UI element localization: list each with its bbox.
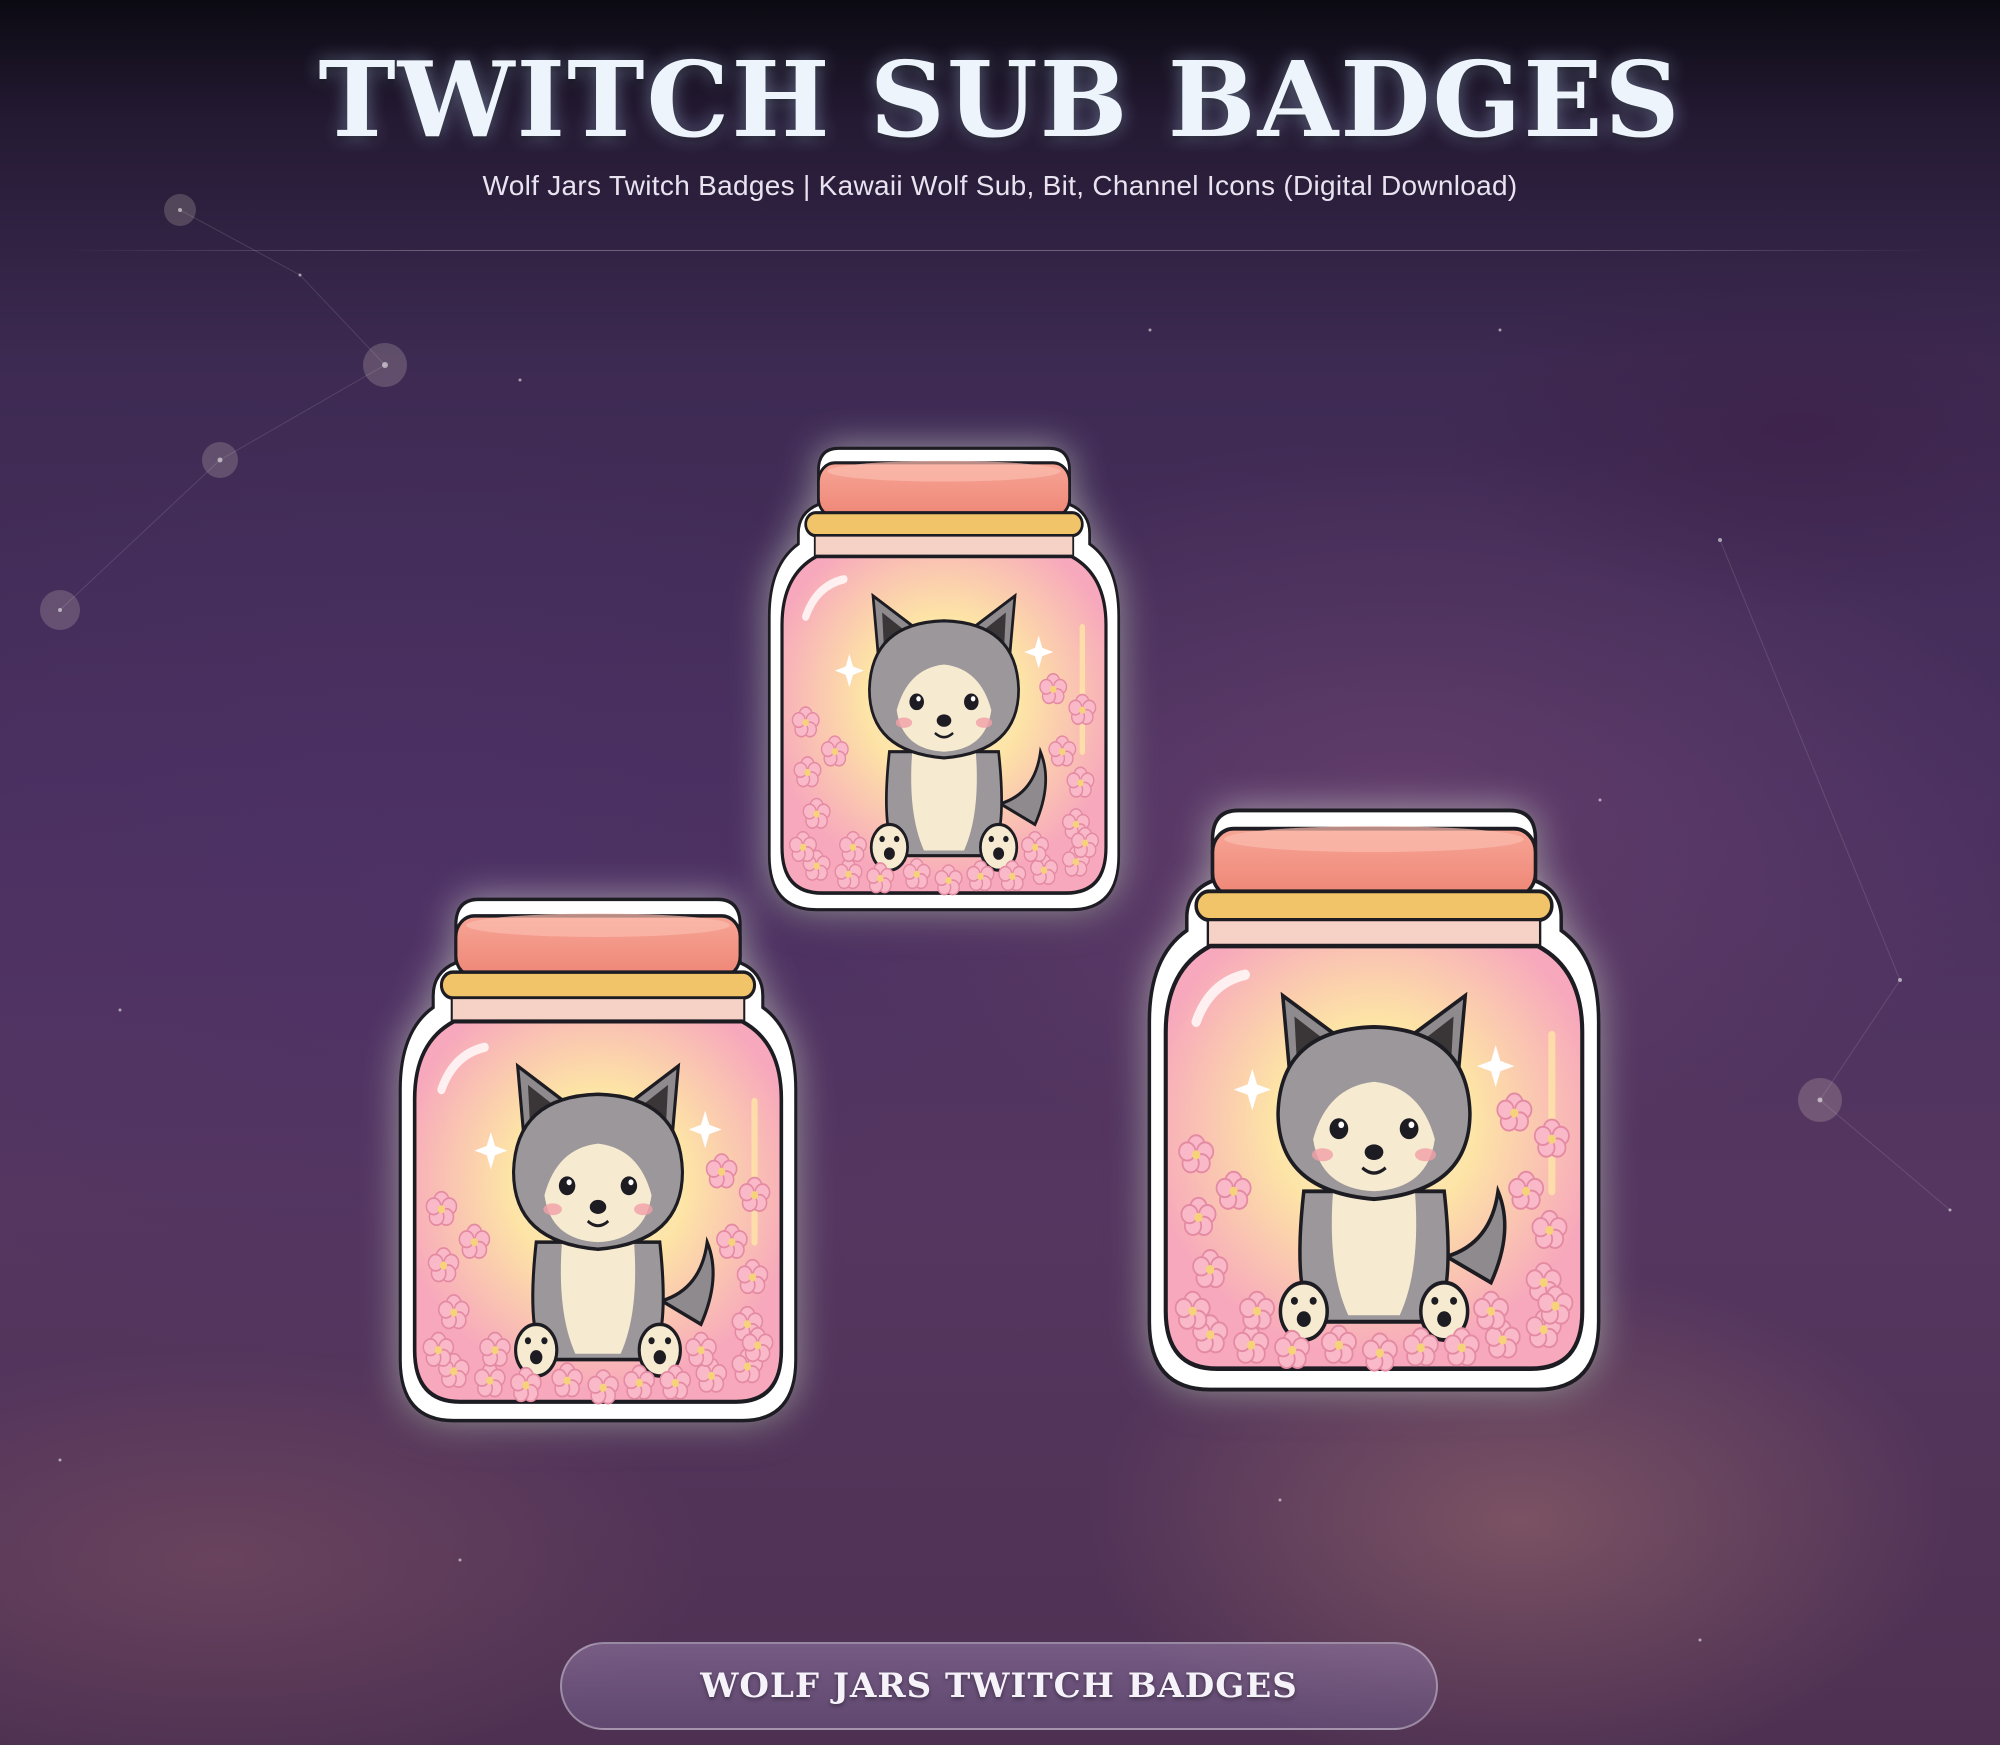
page-title: TWITCH SUB BADGES [318, 38, 1682, 161]
page-subtitle: Wolf Jars Twitch Badges | Kawaii Wolf Su… [482, 170, 1518, 201]
wolf-jar-badge-small [762, 440, 1126, 918]
wolf-jar-badge-medium [392, 890, 804, 1430]
title-banner: WOLF JARS TWITCH BADGES [560, 1642, 1438, 1730]
header: TWITCH SUB BADGES Wolf Jars Twitch Badge… [0, 0, 2000, 250]
wolf-jar-badge-large [1140, 800, 1608, 1400]
header-divider [60, 250, 1940, 251]
banner-label: WOLF JARS TWITCH BADGES [700, 1666, 1298, 1706]
